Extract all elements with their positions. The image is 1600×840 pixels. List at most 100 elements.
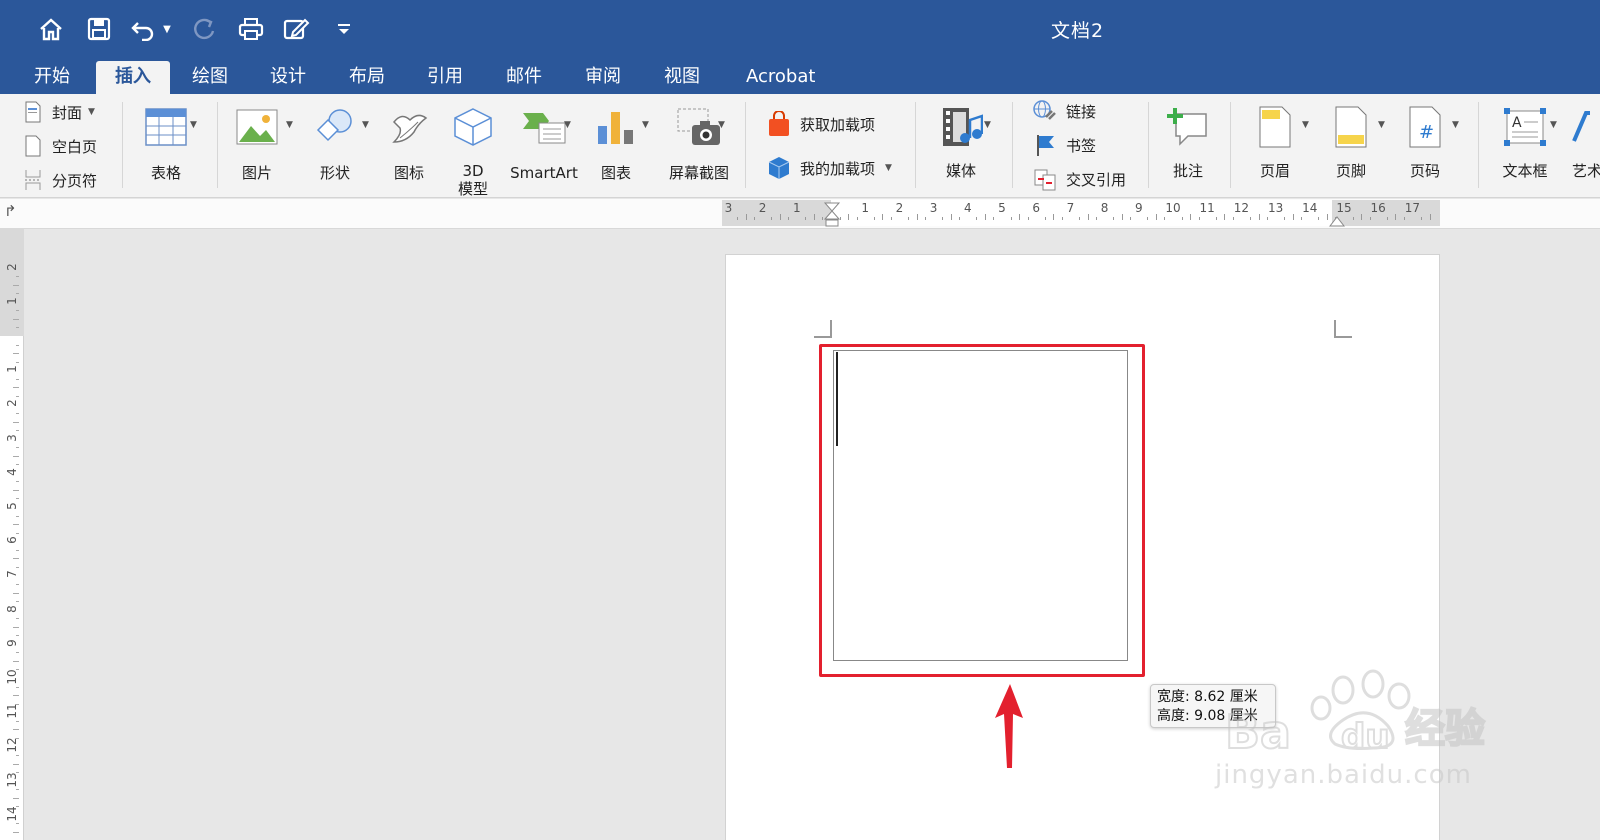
- cover-page-button[interactable]: 封面 ▼: [22, 98, 95, 126]
- screenshot-label: 屏幕截图: [668, 164, 729, 182]
- ruler-tick: [16, 412, 19, 414]
- vertical-ruler[interactable]: 2 1 1 2 3 4 5 6 7 8 9 10 11 12 13 14: [0, 228, 24, 840]
- ruler-tick: [16, 515, 19, 517]
- tab-stop-icon[interactable]: ↱: [4, 202, 17, 220]
- ruler-tick: [13, 695, 19, 697]
- textbox-button[interactable]: A 文本框: [1494, 102, 1556, 180]
- ribbon-separator: [1478, 102, 1479, 188]
- 3d-model-label-line1: 3D: [462, 162, 484, 180]
- chevron-down-icon[interactable]: ▼: [984, 120, 991, 130]
- title-bar: ▼ 文档2: [0, 0, 1600, 56]
- table-button[interactable]: 表格: [136, 102, 196, 182]
- shapes-button[interactable]: 形状: [310, 102, 360, 182]
- ruler-tick: [1361, 214, 1363, 220]
- highlight-frame: [819, 344, 1145, 677]
- ruler-tick: [890, 217, 892, 220]
- ruler-tick: [1395, 214, 1397, 220]
- ruler-tick: [1318, 217, 1320, 220]
- get-addins-button[interactable]: 获取加载项: [766, 110, 875, 138]
- ruler-number: 7: [1066, 201, 1075, 215]
- ruler-tick: [856, 217, 858, 220]
- ruler-tick: [950, 214, 952, 220]
- my-addins-button[interactable]: 我的加载项 ▼: [766, 154, 892, 182]
- tab-insert[interactable]: 插入: [96, 61, 170, 94]
- ruler-tick: [1267, 217, 1269, 220]
- chevron-down-icon[interactable]: ▼: [190, 120, 197, 130]
- indent-marker-icon[interactable]: [823, 202, 841, 232]
- chevron-down-icon[interactable]: ▼: [1302, 120, 1309, 130]
- smartart-label: SmartArt: [510, 164, 578, 182]
- bookmark-button[interactable]: 书签: [1032, 131, 1096, 159]
- ruler-tick: [1249, 217, 1251, 220]
- link-icon: [1032, 100, 1058, 122]
- chevron-down-icon[interactable]: ▼: [1452, 120, 1459, 130]
- picture-button[interactable]: 图片: [232, 102, 282, 182]
- chart-button[interactable]: 图表: [592, 102, 640, 182]
- chevron-down-icon[interactable]: ▼: [286, 120, 293, 130]
- ruler-tick: [13, 797, 19, 799]
- ruler-number: 2: [5, 262, 19, 271]
- chevron-down-icon[interactable]: ▼: [1378, 120, 1385, 130]
- blank-page-button[interactable]: 空白页: [22, 132, 97, 160]
- screenshot-button[interactable]: 屏幕截图: [662, 102, 736, 182]
- 3d-model-button[interactable]: 3D 模型: [448, 102, 498, 198]
- ruler-tick: [16, 327, 19, 329]
- ruler-tick: [788, 217, 790, 220]
- chevron-down-icon[interactable]: ▼: [564, 120, 571, 130]
- ribbon-tabs: 开始 插入 绘图 设计 布局 引用 邮件 审阅 视图 Acrobat: [0, 56, 1600, 94]
- chevron-down-icon[interactable]: ▼: [718, 120, 725, 130]
- header-button[interactable]: 页眉: [1248, 102, 1302, 180]
- page-break-label: 分页符: [52, 171, 98, 190]
- textbox-label: 文本框: [1502, 162, 1548, 180]
- wordart-button[interactable]: 艺术: [1572, 102, 1600, 180]
- chevron-down-icon: ▼: [88, 107, 95, 117]
- textbox-icon: A: [1494, 102, 1556, 152]
- cross-reference-label: 交叉引用: [1066, 170, 1127, 189]
- cross-reference-button[interactable]: 交叉引用: [1032, 165, 1126, 193]
- icons-button[interactable]: 图标: [384, 102, 434, 182]
- ruler-tick: [805, 217, 807, 220]
- ribbon-insert: 封面 ▼ 空白页 分页符 表格 ▼ 图片 ▼ 形状 ▼ 图标 3D 模型 Sma…: [0, 94, 1600, 198]
- page-number-button[interactable]: # 页码: [1398, 102, 1452, 180]
- tab-mailings[interactable]: 邮件: [490, 61, 558, 94]
- tab-acrobat[interactable]: Acrobat: [730, 61, 831, 94]
- ruler-number: 16: [1370, 201, 1386, 215]
- tab-review[interactable]: 审阅: [569, 61, 637, 94]
- smartart-button[interactable]: SmartArt: [506, 102, 582, 182]
- ruler-number: 6: [1032, 201, 1040, 215]
- shapes-icon: [310, 102, 360, 152]
- tab-draw[interactable]: 绘图: [176, 61, 244, 94]
- ruler-tick: [1164, 217, 1166, 220]
- ruler-tick: [959, 217, 961, 220]
- chevron-down-icon[interactable]: ▼: [1550, 120, 1557, 130]
- tab-view[interactable]: 视图: [648, 61, 716, 94]
- blank-page-icon: [22, 135, 44, 157]
- page-break-button[interactable]: 分页符: [22, 166, 97, 194]
- cube-icon: [448, 102, 498, 152]
- ruler-tick: [16, 583, 19, 585]
- link-button[interactable]: 链接: [1032, 97, 1096, 125]
- comment-button[interactable]: 批注: [1162, 102, 1214, 180]
- svg-text:#: #: [1419, 122, 1434, 143]
- tab-design[interactable]: 设计: [254, 61, 322, 94]
- tab-references[interactable]: 引用: [411, 61, 479, 94]
- ruler-tick: [1121, 214, 1123, 220]
- right-indent-marker-icon[interactable]: [1328, 212, 1346, 231]
- ruler-number: 2: [895, 201, 904, 215]
- ruler-tick: [1147, 217, 1149, 220]
- footer-icon: [1324, 102, 1378, 152]
- ruler-tick: [16, 293, 19, 295]
- crop-mark-top-right: [1334, 320, 1352, 338]
- ruler-tick: [13, 831, 19, 833]
- chevron-down-icon[interactable]: ▼: [362, 120, 369, 130]
- ruler-number: 1: [792, 201, 801, 215]
- tab-home[interactable]: 开始: [18, 61, 86, 94]
- footer-button[interactable]: 页脚: [1324, 102, 1378, 180]
- tab-layout[interactable]: 布局: [333, 61, 401, 94]
- chevron-down-icon[interactable]: ▼: [642, 120, 649, 130]
- media-button[interactable]: 媒体: [932, 102, 990, 180]
- ruler-tick: [13, 455, 19, 457]
- ruler-tick: [16, 447, 19, 449]
- ruler-tick: [1429, 214, 1431, 220]
- chart-label: 图表: [600, 164, 631, 182]
